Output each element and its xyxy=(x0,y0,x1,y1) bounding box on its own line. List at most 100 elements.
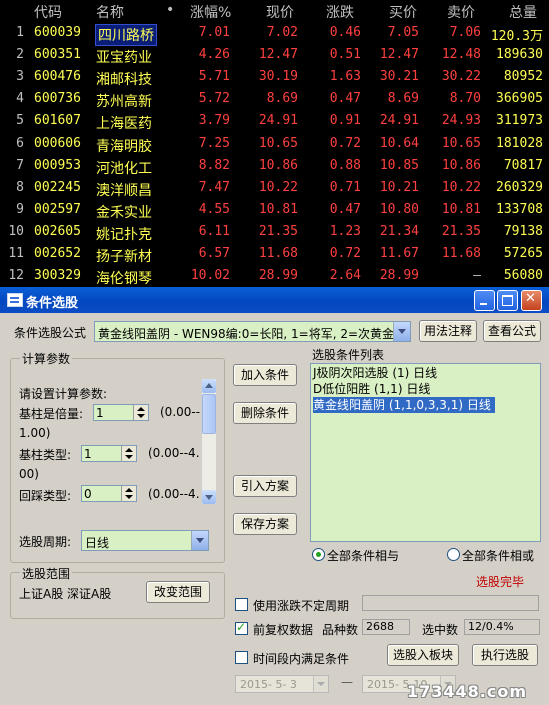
adjusted-data-checkbox[interactable] xyxy=(235,620,248,635)
bid-price: 10.85 xyxy=(379,157,419,173)
condition-item-selected[interactable]: 黄金线阳盖阴 (1,1,0,3,3,1) 日线 xyxy=(313,397,495,413)
watermark: 173448.com xyxy=(406,682,527,701)
scroll-up-icon[interactable] xyxy=(202,379,216,393)
bid-price: 12.47 xyxy=(379,47,419,63)
header-bid[interactable]: 买价 xyxy=(389,2,417,22)
header-code[interactable]: 代码 xyxy=(34,2,62,22)
scroll-thumb[interactable] xyxy=(202,394,216,434)
period-condition-checkbox[interactable] xyxy=(235,651,248,664)
ask-price: 12.48 xyxy=(441,47,481,63)
change: 0.72 xyxy=(329,246,361,261)
radio-or[interactable] xyxy=(447,548,460,561)
param-label-2: 基柱类型: xyxy=(19,448,72,462)
param-input-2[interactable]: 1 xyxy=(81,445,137,462)
stock-name: 青海明胶 xyxy=(96,138,152,155)
table-row[interactable]: 5 601607 上海医药 3.79 24.91 0.91 24.91 24.93 311973 xyxy=(0,110,549,132)
price: 7.02 xyxy=(266,25,298,40)
date-separator: — xyxy=(341,675,353,689)
table-row[interactable]: 11 002652 扬子新材 6.57 11.68 0.72 11.67 11.68 57265 xyxy=(0,243,549,265)
change-pct: 7.47 xyxy=(198,179,230,195)
param-value-3: 0 xyxy=(84,487,92,501)
table-row[interactable]: 8 002245 澳洋顺昌 7.47 10.22 0.71 10.21 10.22 260329 xyxy=(0,177,549,199)
import-plan-button[interactable]: 引入方案 xyxy=(233,475,297,497)
table-row[interactable]: 12 300329 海伦钢琴 10.02 28.99 2.64 28.99 — 56080 xyxy=(0,265,549,287)
add-condition-button[interactable]: 加入条件 xyxy=(233,364,297,386)
params-scrollbar[interactable] xyxy=(201,379,216,504)
header-volume[interactable]: 总量 xyxy=(509,2,537,22)
price: 12.47 xyxy=(258,47,298,63)
condition-list-title: 选股条件列表 xyxy=(312,348,385,362)
uncertain-period-checkbox[interactable] xyxy=(235,598,248,611)
table-row[interactable]: 3 600476 湘邮科技 5.71 30.19 1.63 30.21 30.22 80952 xyxy=(0,66,549,88)
table-row[interactable]: 9 002597 金禾实业 4.55 10.81 0.47 10.80 10.81 133708 xyxy=(0,199,549,221)
delete-condition-button[interactable]: 删除条件 xyxy=(233,402,297,424)
adjusted-data-label[interactable]: 前复权数据 xyxy=(253,621,313,638)
period-select-value: 日线 xyxy=(85,536,110,550)
ask-price: — xyxy=(473,268,481,284)
change-scope-button[interactable]: 改变范围 xyxy=(146,581,210,603)
table-row[interactable]: 2 600351 亚宝药业 4.26 12.47 0.51 12.47 12.48 189630 xyxy=(0,44,549,66)
condition-item[interactable]: J极阴次阳选股 (1) 日线 xyxy=(313,365,441,381)
condition-list[interactable]: J极阴次阳选股 (1) 日线 D低位阳胜 (1,1) 日线 黄金线阳盖阴 (1,… xyxy=(310,363,541,542)
stock-code: 000606 xyxy=(34,135,81,151)
table-row[interactable]: 4 600736 苏州高新 5.72 8.69 0.47 8.69 8.70 366905 xyxy=(0,88,549,110)
table-row[interactable]: 7 000953 河池化工 8.82 10.86 0.88 10.85 10.86 70817 xyxy=(0,155,549,177)
save-plan-button[interactable]: 保存方案 xyxy=(233,513,297,535)
scope-group-title: 选股范围 xyxy=(20,565,73,582)
radio-or-label[interactable]: 全部条件相或 xyxy=(462,547,534,564)
formula-select-value: 黄金线阳盖阴 - WEN98编:0=长阳, 1=将军, 2=次黄金, 3=黄 xyxy=(98,327,411,341)
stock-name: 亚宝药业 xyxy=(96,50,152,67)
spinner-arrows-icon[interactable] xyxy=(133,405,148,420)
table-row[interactable]: 6 000606 青海明胶 7.25 10.65 0.72 10.64 10.65 181028 xyxy=(0,133,549,155)
change-pct: 7.25 xyxy=(198,135,230,151)
param-input-3[interactable]: 0 xyxy=(81,485,137,502)
period-condition-label[interactable]: 时间段内满足条件 xyxy=(253,650,349,667)
run-screening-button[interactable]: 执行选股 xyxy=(472,644,538,666)
header-change-pct[interactable]: 涨幅% xyxy=(190,2,231,22)
header-dot: • xyxy=(166,2,175,18)
condition-item[interactable]: D低位阳胜 (1,1) 日线 xyxy=(313,381,434,397)
param-value-1: 1 xyxy=(96,406,104,420)
stock-code: 000953 xyxy=(34,157,81,173)
radio-and[interactable] xyxy=(312,548,325,561)
uncertain-period-field[interactable] xyxy=(362,595,539,611)
formula-select[interactable]: 黄金线阳盖阴 - WEN98编:0=长阳, 1=将军, 2=次黄金, 3=黄 xyxy=(94,321,411,342)
change-pct: 7.01 xyxy=(198,25,230,40)
stock-name: 上海医药 xyxy=(96,116,152,133)
chevron-down-icon[interactable] xyxy=(393,322,410,341)
chevron-down-icon[interactable] xyxy=(191,531,208,550)
header-change[interactable]: 涨跌 xyxy=(326,2,354,22)
bid-price: 11.67 xyxy=(379,246,419,261)
minimize-button[interactable] xyxy=(474,290,495,311)
help-button[interactable]: 用法注释 xyxy=(419,320,477,342)
bid-price: 28.99 xyxy=(379,268,419,284)
chevron-down-icon[interactable] xyxy=(313,676,328,692)
param-range-1b: 1.00) xyxy=(19,426,51,440)
period-select[interactable]: 日线 xyxy=(81,530,209,551)
param-label-3: 回踩类型: xyxy=(19,489,72,503)
price: 28.99 xyxy=(258,268,298,284)
header-ask[interactable]: 卖价 xyxy=(447,2,475,22)
uncertain-period-label[interactable]: 使用涨跌不定周期 xyxy=(253,597,349,614)
spinner-arrows-icon[interactable] xyxy=(121,446,136,461)
scroll-down-icon[interactable] xyxy=(202,490,216,504)
stock-code: 600039 xyxy=(34,25,81,40)
count-value: 2688 xyxy=(366,620,394,633)
bid-price: 21.34 xyxy=(379,223,419,239)
header-name[interactable]: 名称 xyxy=(96,2,124,22)
radio-and-label[interactable]: 全部条件相与 xyxy=(327,547,399,564)
maximize-button[interactable] xyxy=(497,290,518,311)
date-from-picker[interactable]: 2015- 5- 3 xyxy=(235,675,329,693)
close-button[interactable] xyxy=(521,290,542,311)
bid-price: 10.64 xyxy=(379,135,419,151)
spinner-arrows-icon[interactable] xyxy=(121,486,136,501)
add-to-block-button[interactable]: 选股入板块 xyxy=(387,644,459,666)
price: 11.68 xyxy=(258,246,298,261)
table-row[interactable]: 1 600039 四川路桥 7.01 7.02 0.46 7.05 7.06 120.3万 xyxy=(0,22,549,46)
table-row[interactable]: 10 002605 姚记扑克 6.11 21.35 1.23 21.34 21.35 79138 xyxy=(0,221,549,243)
dialog-title-bar[interactable]: 条件选股 xyxy=(0,287,549,313)
stock-name: 河池化工 xyxy=(96,160,152,177)
view-formula-button[interactable]: 查看公式 xyxy=(483,320,541,342)
header-price[interactable]: 现价 xyxy=(266,2,294,22)
param-input-1[interactable]: 1 xyxy=(93,404,149,421)
